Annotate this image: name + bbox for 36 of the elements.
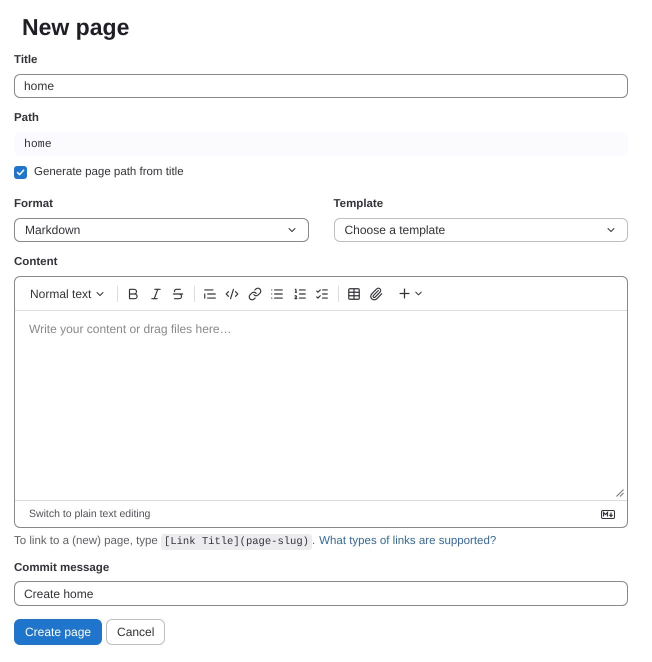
field-label: Path [14,111,39,126]
link-icon[interactable] [248,286,262,300]
bold-icon[interactable] [126,286,140,300]
help-link[interactable]: What types of links are supported? [319,535,496,547]
field-label: Commit message [14,561,110,576]
bullet-list-icon[interactable] [270,286,284,300]
blockquote-icon[interactable] [202,286,217,300]
code-icon[interactable] [225,286,240,300]
text-input-field[interactable]: home [14,74,628,98]
field-label: Content [14,255,58,270]
cancel-button[interactable]: Cancel [106,619,166,645]
markdown-icon [601,510,615,518]
dropdown-button[interactable]: Choose a template [334,218,628,242]
checklist-icon[interactable] [315,286,330,300]
table-icon[interactable] [346,286,361,300]
numbered-list-icon[interactable] [292,286,307,300]
create-page-button[interactable]: Create page [14,619,102,645]
switch-to-plain-text-button[interactable]: Switch to plain text editing [29,508,150,520]
plus-icon[interactable] [396,286,412,301]
select-field[interactable]: Markdown [14,218,308,242]
checkbox[interactable] [14,166,27,178]
path-input-field[interactable]: home [14,132,628,156]
paperclip-icon[interactable] [369,286,384,300]
checkbox-label: Generate page path from title [34,166,184,178]
content-input-field[interactable]: Write your content or drag files here… [15,311,627,500]
commit-message-field[interactable]: Create home [14,581,628,606]
help-text: To link to a (new) page, type [Link Title](page-slug) . [14,534,316,548]
strikethrough-icon[interactable] [171,286,186,300]
field-label: Title [14,53,38,68]
text-style-dropdown[interactable]: Normal text [30,286,106,300]
content-editor-field[interactable]: Normal text Write your content or drag files here… Switch to plain text editing [14,276,628,528]
italic-icon[interactable] [148,286,163,300]
field-label: Format [14,197,53,212]
field-label: Template [334,197,384,212]
page-heading: New page [22,13,130,42]
resize-handle-icon[interactable] [616,489,624,497]
